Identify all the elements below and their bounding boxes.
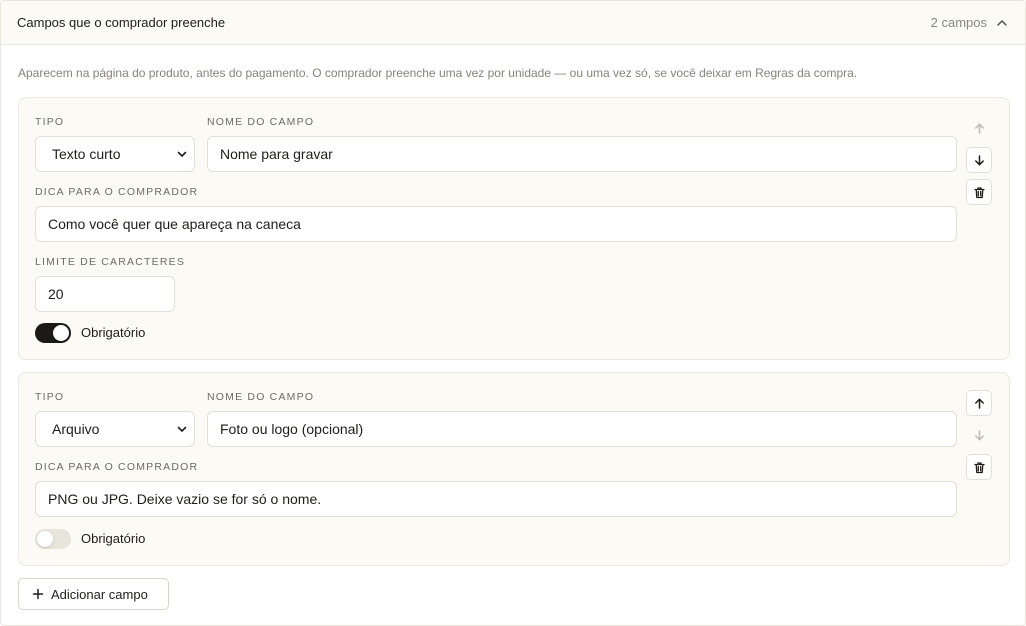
- char-limit-input[interactable]: 20: [35, 276, 175, 312]
- panel-title: Campos que o comprador preenche: [17, 15, 226, 30]
- field-type-select[interactable]: Arquivo: [35, 411, 195, 447]
- hint-input[interactable]: Como você quer que apareça na caneca: [35, 206, 957, 242]
- hint-label: DICA PARA O COMPRADOR: [35, 461, 199, 473]
- trash-icon: [973, 186, 985, 198]
- field-name-label: NOME DO CAMPO: [207, 116, 315, 128]
- header-right: 2 campos: [931, 15, 1009, 30]
- field-type-select[interactable]: Texto curto: [35, 136, 195, 172]
- field-card-2: TIPO NOME DO CAMPO Arquivo Foto ou logo …: [18, 372, 1010, 566]
- arrow-up-icon: [974, 123, 984, 134]
- panel-header[interactable]: Campos que o comprador preenche 2 campos: [1, 1, 1025, 45]
- field-card-1: TIPO NOME DO CAMPO Texto curto Nome para…: [18, 97, 1010, 360]
- type-label: TIPO: [35, 116, 65, 128]
- field-name-input[interactable]: Nome para gravar: [207, 136, 957, 172]
- move-down-button[interactable]: [966, 422, 992, 448]
- field-type-value: Texto curto: [52, 146, 121, 162]
- char-limit-label: LIMITE DE CARACTERES: [35, 256, 186, 268]
- field-name-label: NOME DO CAMPO: [207, 391, 315, 403]
- required-label: Obrigatório: [81, 531, 146, 546]
- section-description: Aparecem na página do produto, antes do …: [18, 66, 858, 80]
- move-up-button[interactable]: [966, 390, 992, 416]
- chevron-up-icon[interactable]: [995, 16, 1009, 30]
- trash-icon: [973, 461, 985, 473]
- delete-field-button[interactable]: [966, 179, 992, 205]
- arrow-down-icon: [974, 154, 984, 165]
- add-field-label: Adicionar campo: [51, 586, 148, 602]
- move-up-button[interactable]: [966, 115, 992, 141]
- required-label: Obrigatório: [81, 325, 146, 340]
- field-type-value: Arquivo: [52, 421, 100, 437]
- type-label: TIPO: [35, 391, 65, 403]
- chevron-down-icon: [176, 148, 188, 160]
- field-count: 2 campos: [930, 15, 987, 30]
- field-name-input[interactable]: Foto ou logo (opcional): [207, 411, 957, 447]
- arrow-up-icon: [974, 398, 984, 409]
- move-down-button[interactable]: [966, 147, 992, 173]
- hint-label: DICA PARA O COMPRADOR: [35, 186, 199, 198]
- plus-icon: [32, 588, 44, 600]
- toggle-knob: [37, 531, 53, 547]
- delete-field-button[interactable]: [966, 454, 992, 480]
- required-toggle[interactable]: [35, 323, 71, 343]
- toggle-knob: [53, 325, 69, 341]
- arrow-down-icon: [974, 429, 984, 440]
- custom-fields-panel: Campos que o comprador preenche 2 campos…: [0, 0, 1026, 626]
- chevron-down-icon: [176, 423, 188, 435]
- add-field-button[interactable]: Adicionar campo: [18, 578, 169, 610]
- hint-input[interactable]: PNG ou JPG. Deixe vazio se for só o nome…: [35, 481, 957, 517]
- required-toggle[interactable]: [35, 529, 71, 549]
